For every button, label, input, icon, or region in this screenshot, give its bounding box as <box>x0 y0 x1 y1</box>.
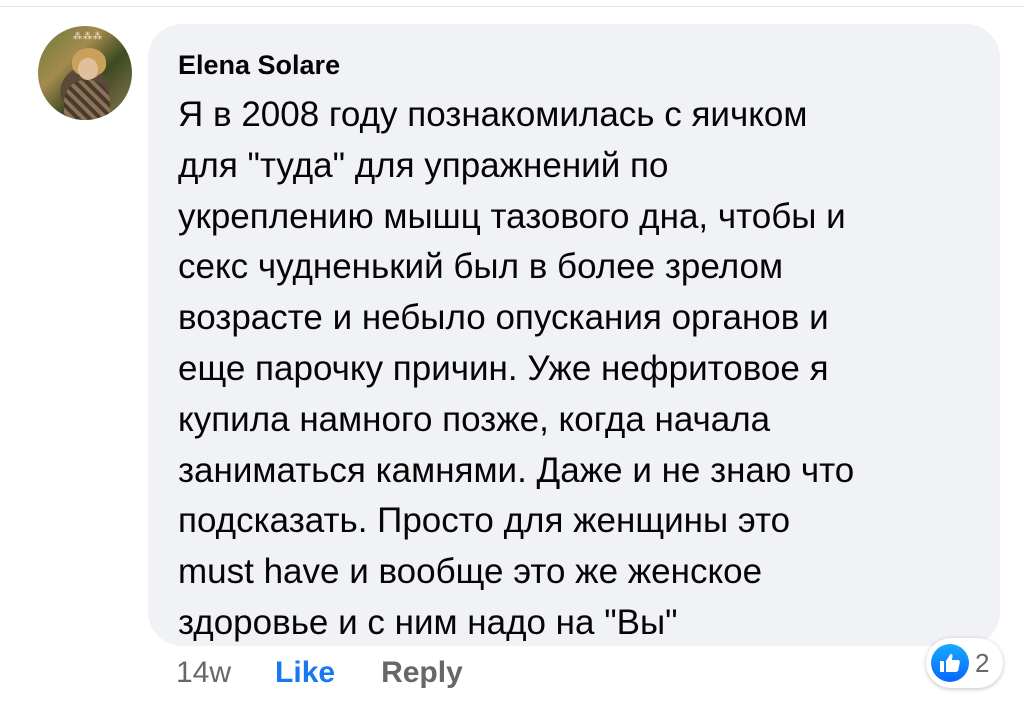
reaction-summary[interactable]: 2 <box>926 638 1004 688</box>
reply-button[interactable]: Reply <box>381 656 463 690</box>
top-divider <box>0 0 1024 7</box>
author-avatar[interactable]: ⁂⁂⁂ <box>38 26 132 120</box>
comment-author-name[interactable]: Elena Solare <box>178 48 970 82</box>
comment-actions: 14w Like Reply <box>176 650 463 696</box>
comment-bubble: Elena Solare Я в 2008 году познакомилась… <box>148 24 1000 646</box>
thumbs-up-icon <box>931 644 969 682</box>
comment-text: Я в 2008 году познакомилась с яичком для… <box>178 95 855 642</box>
like-button[interactable]: Like <box>275 656 335 690</box>
comment-timestamp[interactable]: 14w <box>176 656 231 690</box>
reaction-count: 2 <box>975 647 990 678</box>
avatar-magazine-masthead: ⁂⁂⁂ <box>73 32 103 42</box>
